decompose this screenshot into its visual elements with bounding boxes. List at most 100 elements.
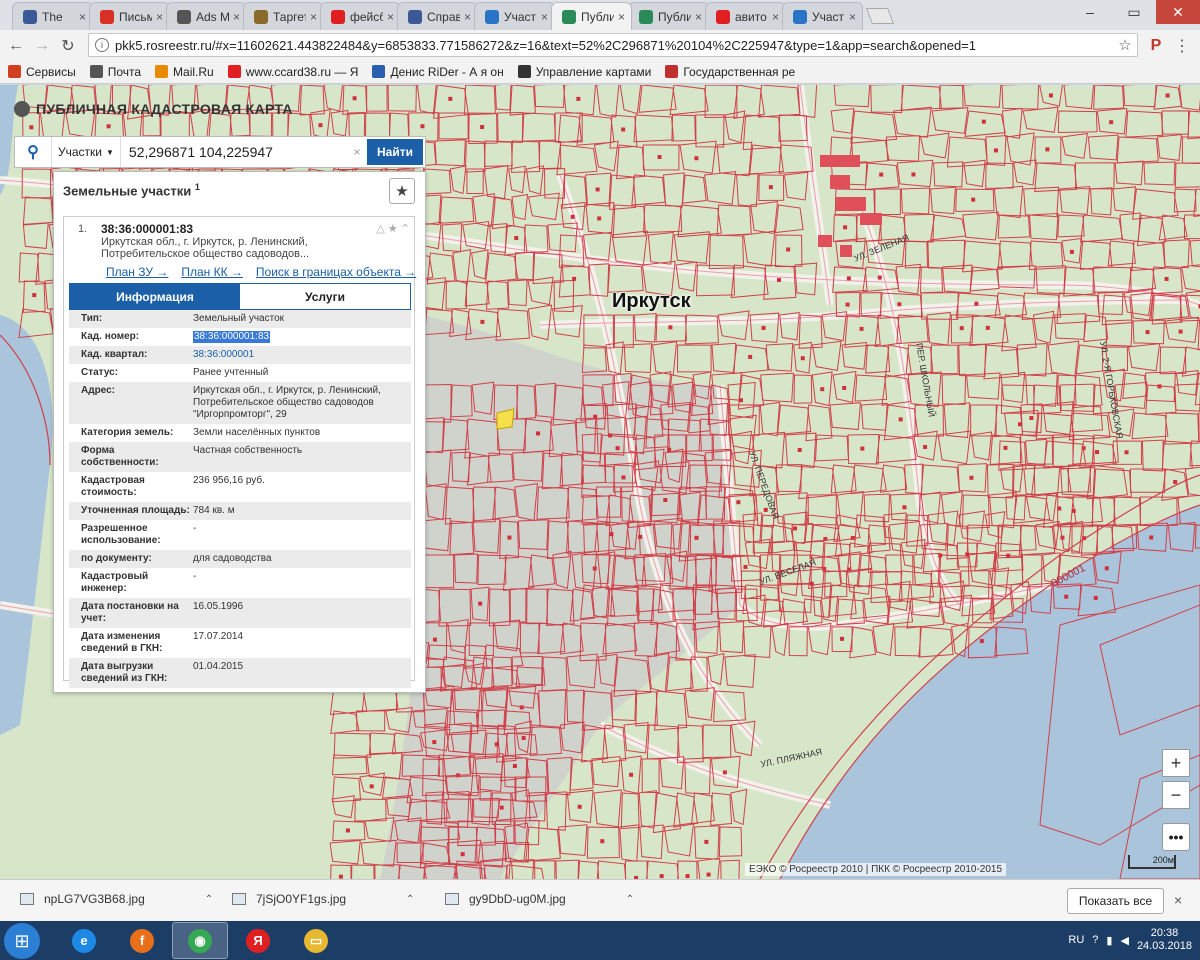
building [1093,595,1098,600]
search-input[interactable] [120,138,347,166]
close-tab-icon[interactable]: × [233,10,240,24]
building [318,123,323,128]
browser-tab[interactable]: Публи × [628,2,709,30]
pinterest-icon[interactable]: P [1146,36,1166,56]
browser-tab[interactable]: фейсб × [320,2,401,30]
attribute-value[interactable]: 38:36:000001 [193,349,411,361]
building [938,553,943,558]
clear-search-icon[interactable]: × [347,145,367,159]
building [1104,566,1109,571]
start-button[interactable]: ⊞ [4,923,40,959]
close-downloads-icon[interactable]: × [1174,892,1182,908]
volume-icon[interactable]: ◀ [1120,934,1128,947]
maximize-icon[interactable]: ▭ [1112,0,1156,24]
building [830,175,850,189]
chevron-up-icon[interactable]: ⌃ [626,894,634,905]
more-tools-button[interactable]: ••• [1162,823,1190,851]
browser-tab[interactable]: The × [12,2,93,30]
search-button[interactable]: Найти [367,139,423,165]
address-bar[interactable]: i pkk5.rosreestr.ru/#x=11602621.44382248… [88,33,1138,57]
attribute-key: Категория земель: [81,427,174,438]
close-tab-icon[interactable]: × [156,10,163,24]
search-type-dropdown[interactable]: Участки ▼ [51,137,121,167]
plan-kk-link[interactable]: План КК → [181,265,243,279]
bookmark-item[interactable]: Денис RiDer - А я он [372,65,504,79]
building [608,433,613,438]
close-tab-icon[interactable]: × [387,10,394,24]
browser-tab[interactable]: авито × [705,2,786,30]
taskbar-app-firefox[interactable]: f [114,922,170,959]
taskbar-app-chrome[interactable]: ◉ [172,922,228,959]
cadastral-number: 38:36:000001:83 [101,222,194,236]
reload-icon[interactable]: ↻ [58,36,78,56]
building [600,839,605,844]
star-icon[interactable]: ★ [388,223,398,235]
minimize-icon[interactable]: – [1068,0,1112,24]
taskbar-app-explorer[interactable]: ▭ [288,922,344,959]
collapse-icon[interactable]: ⌃ [401,223,410,235]
zoom-out-button[interactable]: − [1162,781,1190,809]
browser-tab[interactable]: Участ × [782,2,863,30]
close-tab-icon[interactable]: × [618,10,625,24]
close-tab-icon[interactable]: × [464,10,471,24]
building [499,805,504,810]
search-within-link[interactable]: Поиск в границах объекта → [256,265,416,279]
bookmark-item[interactable]: Почта [89,65,141,79]
browser-tab[interactable]: Ads M × [166,2,247,30]
download-item[interactable]: 7jSjO0YF1gs.jpg ⌃ [232,892,414,906]
bookmark-item[interactable]: Управление картами [517,65,651,79]
chevron-up-icon[interactable]: ⌃ [406,894,414,905]
close-tab-icon[interactable]: × [772,10,779,24]
browser-tab[interactable]: Таргет × [243,2,324,30]
chevron-up-icon[interactable]: ⌃ [205,894,213,905]
plan-zu-link[interactable]: План ЗУ → [106,265,168,279]
warning-icon[interactable]: △ [376,223,384,235]
close-tab-icon[interactable]: × [849,10,856,24]
browser-tab[interactable]: Участ × [474,2,555,30]
download-item[interactable]: npLG7VG3B68.jpg ⌃ [20,892,213,906]
download-item[interactable]: gy9DbD-ug0M.jpg ⌃ [445,892,634,906]
bookmark-item[interactable]: Сервисы [8,65,76,79]
browser-tab[interactable]: Письм × [89,2,170,30]
forward-icon[interactable]: → [32,36,52,56]
close-tab-icon[interactable]: × [79,10,86,24]
close-tab-icon[interactable]: × [541,10,548,24]
close-tab-icon[interactable]: × [310,10,317,24]
back-icon[interactable]: ← [6,36,26,56]
network-icon[interactable]: ▮ [1106,934,1112,947]
tab-info[interactable]: Информация [70,284,240,309]
favorites-button[interactable]: ★ [389,178,415,204]
building [1178,329,1183,334]
cadastral-map[interactable]: ПУБЛИЧНАЯ КАДАСТРОВАЯ КАРТА Иркутск 0000… [0,85,1200,879]
close-tab-icon[interactable]: × [695,10,702,24]
building [621,475,626,480]
tab-favicon-icon [408,9,422,24]
building [820,155,860,167]
tab-favicon-icon [177,9,191,24]
language-indicator[interactable]: RU [1068,934,1084,946]
new-tab-button[interactable] [866,8,894,24]
bookmark-item[interactable]: Государственная ре [665,65,795,79]
tab-services[interactable]: Услуги [240,284,410,309]
attribute-value: Земельный участок [193,313,285,324]
show-all-downloads-button[interactable]: Показать все [1067,888,1164,914]
card-action-icons: △ ★ ⌃ [376,222,410,235]
bookmark-star-icon[interactable]: ☆ [1113,36,1137,54]
clock[interactable]: 20:38 24.03.2018 [1137,927,1192,953]
search-icon[interactable]: ⚲ [15,137,51,167]
building [840,636,845,641]
close-window-icon[interactable]: ✕ [1156,0,1200,24]
help-icon[interactable]: ? [1092,934,1098,946]
building [1164,276,1169,281]
zoom-in-button[interactable]: + [1162,749,1190,777]
bookmark-item[interactable]: www.ccard38.ru — Я [227,65,358,79]
download-filename: 7jSjO0YF1gs.jpg [256,892,347,906]
info-icon[interactable]: i [95,38,109,52]
taskbar-app-ie[interactable]: e [56,922,112,959]
bookmark-item[interactable]: Mail.Ru [155,65,214,79]
browser-tab[interactable]: Публи × [551,2,632,30]
taskbar-app-yandex[interactable]: Я [230,922,286,959]
browser-tab[interactable]: Справ × [397,2,478,30]
building [369,784,374,789]
menu-icon[interactable]: ⋮ [1172,36,1192,56]
